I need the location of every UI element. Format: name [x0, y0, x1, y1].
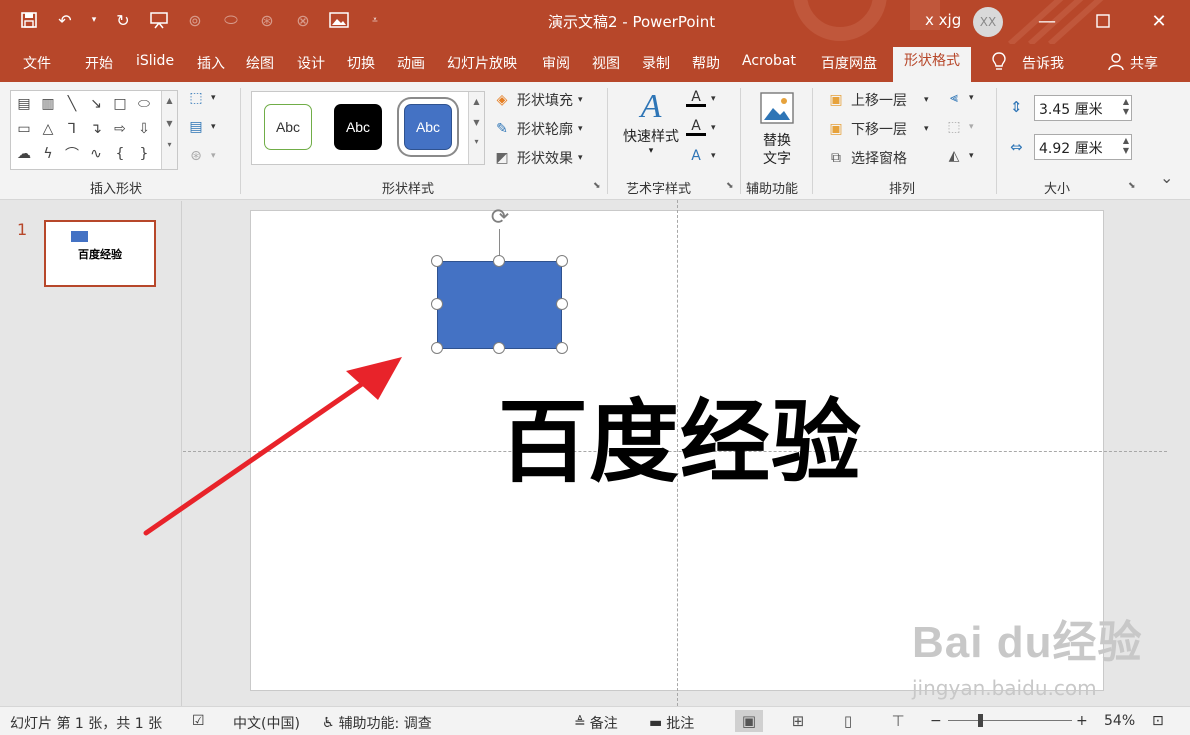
- comment-icon: ▬: [649, 715, 663, 731]
- notes-label: 备注: [589, 716, 618, 732]
- baidu-watermark: Bai du经验 jingyan.baidu.com: [912, 606, 1143, 700]
- comments-label: 批注: [666, 716, 695, 732]
- accessibility-label: 辅助功能: 调查: [338, 716, 432, 732]
- zoom-in-button[interactable]: +: [1076, 713, 1088, 729]
- comments-button[interactable]: ▬ 批注: [649, 713, 694, 733]
- normal-view-button[interactable]: ▣: [735, 710, 763, 732]
- zoom-out-button[interactable]: −: [930, 713, 942, 729]
- notes-icon: ≜: [574, 715, 586, 731]
- watermark-logo: Bai du经验: [912, 618, 1143, 667]
- slide-info[interactable]: 幻灯片 第 1 张，共 1 张: [10, 713, 162, 733]
- zoom-percent[interactable]: 54%: [1104, 713, 1135, 729]
- zoom-slider[interactable]: [948, 720, 1072, 721]
- spelling-check-icon[interactable]: ☑: [192, 713, 205, 729]
- reading-view-button[interactable]: ▯: [834, 710, 862, 732]
- language[interactable]: 中文(中国): [233, 713, 300, 733]
- fit-to-window-icon[interactable]: ⊡: [1152, 713, 1164, 729]
- slide-sorter-button[interactable]: ⊞: [784, 710, 812, 732]
- slideshow-button[interactable]: ⊤: [884, 710, 912, 732]
- accessibility-status[interactable]: ♿ 辅助功能: 调查: [322, 713, 432, 733]
- notes-button[interactable]: ≜ 备注: [574, 713, 618, 733]
- zoom-slider-thumb[interactable]: [978, 714, 983, 727]
- watermark-url: jingyan.baidu.com: [912, 676, 1097, 700]
- accessibility-icon: ♿: [322, 715, 335, 731]
